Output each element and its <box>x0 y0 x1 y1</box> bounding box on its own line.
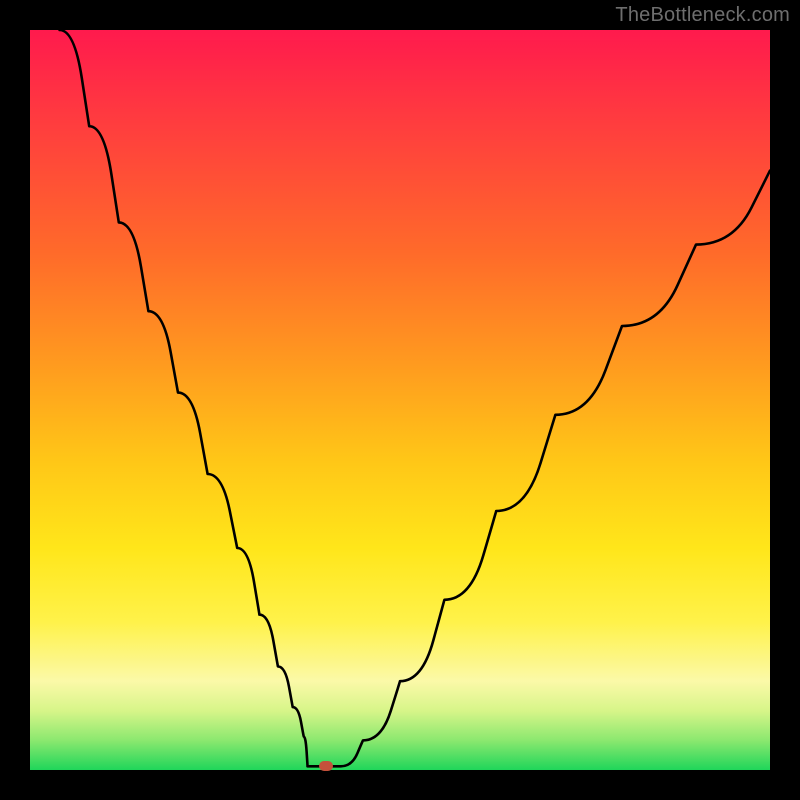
plot-area <box>30 30 770 770</box>
bottleneck-curve <box>30 30 770 770</box>
watermark-text: TheBottleneck.com <box>615 4 790 27</box>
optimum-marker <box>319 761 333 771</box>
chart-frame: TheBottleneck.com <box>0 0 800 800</box>
